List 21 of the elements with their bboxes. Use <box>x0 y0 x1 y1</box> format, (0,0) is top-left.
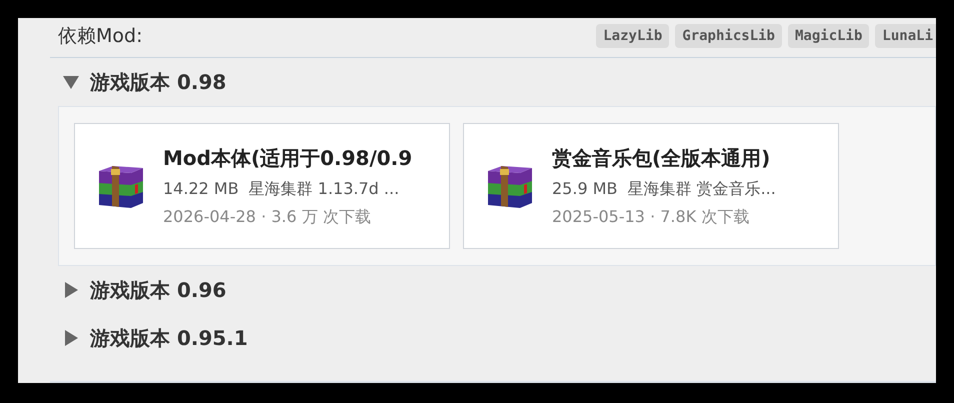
file-meta: 2025-05-13 · 7.8K 次下载 <box>552 206 750 228</box>
version-heading[interactable]: 游戏版本 0.96 <box>90 276 226 304</box>
dependency-tag[interactable]: LunaLi <box>875 24 936 48</box>
file-card[interactable]: Mod本体(适用于0.98/0.9 14.22 MB 星海集群 1.13.7d ... 2026-04-28 · 3.6 万 次下载 <box>74 123 450 249</box>
dependency-tag[interactable]: GraphicsLib <box>675 24 782 48</box>
collapse-arrow-icon[interactable] <box>62 73 80 91</box>
expand-arrow-icon[interactable] <box>62 281 80 299</box>
file-description: 星海集群 1.13.7d ... <box>248 178 400 200</box>
version-heading[interactable]: 游戏版本 0.98 <box>90 68 226 96</box>
file-name: 赏金音乐包(全版本通用) <box>552 144 772 172</box>
version-heading[interactable]: 游戏版本 0.95.1 <box>90 324 248 352</box>
file-description: 星海集群 赏金音乐... <box>628 178 776 200</box>
dependencies-label: 依赖Mod: <box>58 24 142 48</box>
expand-arrow-icon[interactable] <box>62 329 80 347</box>
file-meta: 2026-04-28 · 3.6 万 次下载 <box>163 206 372 228</box>
file-size: 25.9 MB <box>552 178 618 200</box>
file-card[interactable]: 赏金音乐包(全版本通用) 25.9 MB 星海集群 赏金音乐... 2025-05-13 · 7.8K 次下载 <box>463 123 839 249</box>
file-size: 14.22 MB <box>163 178 239 200</box>
file-name: Mod本体(适用于0.98/0.9 <box>163 144 412 172</box>
dependency-tag[interactable]: MagicLib <box>788 24 870 48</box>
dependency-tag[interactable]: LazyLib <box>596 24 670 48</box>
